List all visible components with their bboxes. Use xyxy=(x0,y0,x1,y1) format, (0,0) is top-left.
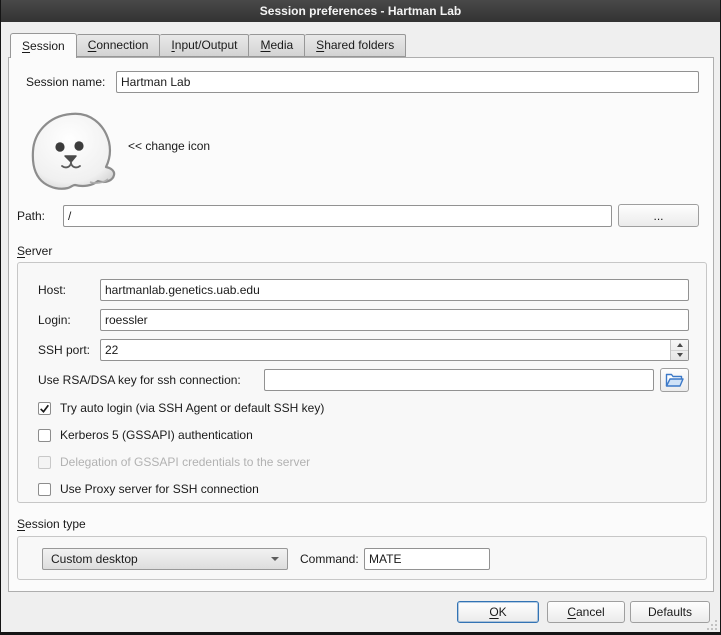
host-input[interactable] xyxy=(100,279,689,301)
session-name-label: Session name: xyxy=(26,71,105,93)
window-title: Session preferences - Hartman Lab xyxy=(260,4,461,18)
spin-up-icon xyxy=(677,343,683,347)
cancel-button[interactable]: Cancel xyxy=(547,601,625,623)
session-preferences-window: Session preferences - Hartman Lab Sessio… xyxy=(0,0,721,635)
login-label: Login: xyxy=(38,309,71,331)
tab-bar: Session Connection Input/Output Media Sh… xyxy=(10,33,406,57)
kerberos-checkbox[interactable]: Kerberos 5 (GSSAPI) authentication xyxy=(38,427,253,443)
gssapi-delegation-checkbox: Delegation of GSSAPI credentials to the … xyxy=(38,454,310,470)
rsa-key-label: Use RSA/DSA key for ssh connection: xyxy=(38,369,241,391)
open-folder-icon xyxy=(665,372,684,388)
checkbox-box xyxy=(38,402,51,415)
session-type-group-label: Session type xyxy=(17,517,86,532)
change-icon-label: << change icon xyxy=(128,138,210,154)
auto-login-label: Try auto login (via SSH Agent or default… xyxy=(60,400,324,416)
ssh-port-label: SSH port: xyxy=(38,339,90,361)
ssh-port-spinner[interactable]: 22 xyxy=(100,339,689,361)
tab-shared-folders-label: Shared folders xyxy=(316,38,394,52)
spin-down-button[interactable] xyxy=(671,351,688,361)
tab-input-output-label: Input/Output xyxy=(171,38,237,52)
titlebar[interactable]: Session preferences - Hartman Lab xyxy=(1,0,720,22)
defaults-button-label: Defaults xyxy=(648,605,692,619)
command-label: Command: xyxy=(300,548,359,570)
spin-up-button[interactable] xyxy=(671,340,688,351)
server-groupbox: Host: Login: SSH port: 22 Use RSA/DSA ke… xyxy=(17,262,707,503)
path-input[interactable] xyxy=(63,205,612,227)
command-input[interactable] xyxy=(364,548,490,570)
dropdown-arrow-icon xyxy=(271,557,279,561)
proxy-checkbox[interactable]: Use Proxy server for SSH connection xyxy=(38,481,259,497)
ssh-port-value[interactable]: 22 xyxy=(101,340,670,360)
tab-session[interactable]: Session xyxy=(10,33,77,58)
tab-input-output[interactable]: Input/Output xyxy=(160,34,249,57)
ok-button-label: OK xyxy=(489,605,506,619)
spin-down-icon xyxy=(677,353,683,357)
proxy-label: Use Proxy server for SSH connection xyxy=(60,481,259,497)
tab-connection-label: Connection xyxy=(88,38,149,52)
resize-grip-icon[interactable] xyxy=(704,619,718,631)
login-input[interactable] xyxy=(100,309,689,331)
session-icon-button[interactable] xyxy=(26,110,120,194)
gssapi-delegation-label: Delegation of GSSAPI credentials to the … xyxy=(60,454,310,470)
auto-login-checkbox[interactable]: Try auto login (via SSH Agent or default… xyxy=(38,400,324,416)
check-icon xyxy=(39,403,50,414)
ok-button[interactable]: OK xyxy=(457,601,539,623)
session-type-dropdown[interactable]: Custom desktop xyxy=(42,548,288,570)
tab-media-label: Media xyxy=(260,38,293,52)
tab-session-label: Session xyxy=(22,39,65,53)
kerberos-label: Kerberos 5 (GSSAPI) authentication xyxy=(60,427,253,443)
session-type-dropdown-value: Custom desktop xyxy=(51,552,138,566)
server-group-label: Server xyxy=(17,244,52,259)
dialog-body: Session Connection Input/Output Media Sh… xyxy=(1,22,720,632)
ssh-port-spin-buttons xyxy=(670,340,688,360)
checkbox-box xyxy=(38,483,51,496)
tab-shared-folders[interactable]: Shared folders xyxy=(305,34,406,57)
path-browse-button[interactable]: ... xyxy=(618,204,699,227)
tab-connection[interactable]: Connection xyxy=(77,34,161,57)
session-type-groupbox: Custom desktop Command: xyxy=(17,536,707,580)
checkbox-box xyxy=(38,429,51,442)
defaults-button[interactable]: Defaults xyxy=(630,601,710,623)
checkbox-box xyxy=(38,456,51,469)
session-name-input[interactable] xyxy=(116,71,699,93)
seal-icon xyxy=(26,110,120,194)
rsa-key-browse-button[interactable] xyxy=(660,368,689,392)
path-browse-label: ... xyxy=(653,209,663,223)
session-tab-page: Session name: xyxy=(8,57,714,592)
path-label: Path: xyxy=(17,205,45,227)
rsa-key-input[interactable] xyxy=(264,369,654,391)
host-label: Host: xyxy=(38,279,66,301)
cancel-button-label: Cancel xyxy=(567,605,604,619)
tab-media[interactable]: Media xyxy=(249,34,305,57)
